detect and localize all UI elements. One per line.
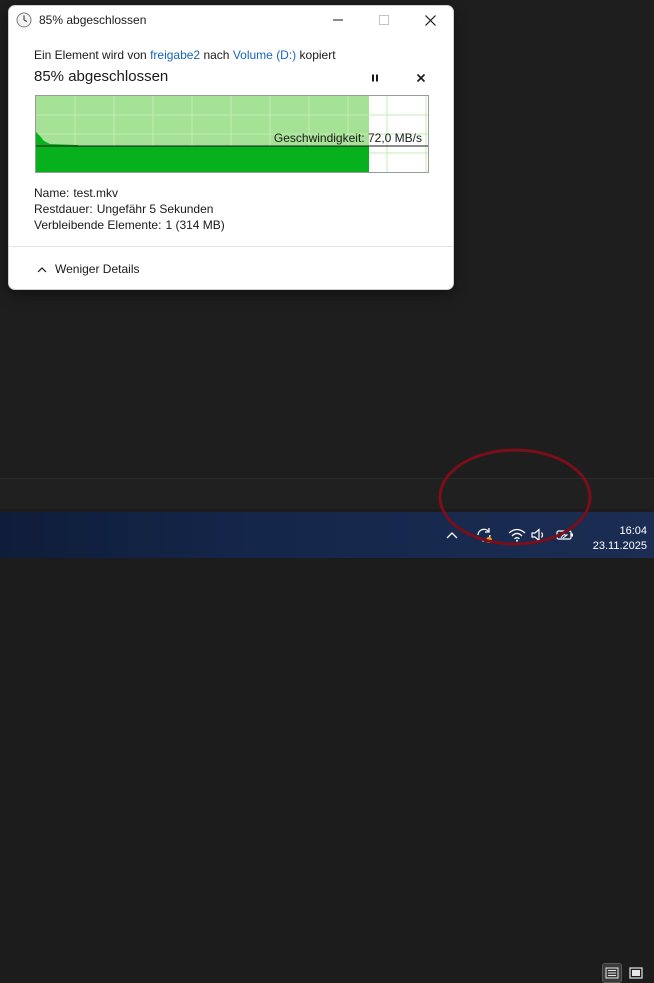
speed-readout: Geschwindigkeit: 72,0 MB/s bbox=[274, 131, 422, 145]
name-label: Name: bbox=[34, 186, 70, 200]
clock-date: 23.11.2025 bbox=[592, 540, 647, 552]
clock-time: 16:04 bbox=[619, 525, 647, 537]
tiles-view-button[interactable] bbox=[626, 963, 646, 983]
taskbar-clock[interactable]: 16:04 23.11.2025 bbox=[593, 524, 647, 554]
sync-icon bbox=[477, 528, 492, 543]
detail-row-name: Name: test.mkv bbox=[34, 185, 225, 201]
speed-label: Geschwindigkeit: bbox=[273, 131, 365, 145]
details-section: Name: test.mkv Restdauer: Ungefähr 5 Sekun… bbox=[34, 185, 225, 233]
volume-button[interactable] bbox=[530, 512, 548, 558]
dialog-titlebar[interactable]: 85% abgeschlossen bbox=[9, 6, 453, 34]
cancel-icon bbox=[416, 73, 426, 83]
maximize-icon bbox=[379, 15, 389, 25]
less-details-button[interactable]: Weniger Details bbox=[37, 262, 139, 276]
copy-prefix: Ein Element wird von bbox=[34, 48, 147, 62]
chevron-up-icon bbox=[37, 266, 47, 272]
detail-row-items: Verbleibende Elemente: 1 (314 MB) bbox=[34, 217, 225, 233]
destination-link[interactable]: Volume (D:) bbox=[233, 48, 296, 62]
maximize-button[interactable] bbox=[361, 6, 407, 34]
speed-value: 72,0 MB/s bbox=[367, 131, 422, 145]
dialog-title: 85% abgeschlossen bbox=[39, 13, 147, 27]
preview-view-icon bbox=[629, 967, 643, 979]
pause-icon bbox=[372, 74, 378, 82]
speaker-icon bbox=[531, 528, 544, 542]
copy-middle: nach bbox=[203, 48, 230, 62]
detail-row-remaining: Restdauer: Ungefähr 5 Sekunden bbox=[34, 201, 225, 217]
name-value: test.mkv bbox=[73, 186, 119, 200]
background-status-strip bbox=[0, 478, 654, 983]
pause-button[interactable] bbox=[366, 69, 384, 87]
close-icon bbox=[424, 14, 436, 26]
copy-suffix: kopiert bbox=[299, 48, 336, 62]
show-hidden-icons-button[interactable] bbox=[442, 512, 462, 558]
details-view-icon bbox=[605, 967, 619, 979]
details-divider bbox=[9, 246, 453, 247]
view-toggle-group bbox=[602, 963, 646, 983]
chevron-up-icon bbox=[446, 532, 458, 539]
speed-graph: Geschwindigkeit: 72,0 MB/s bbox=[35, 95, 429, 173]
close-button[interactable] bbox=[407, 6, 453, 34]
speed-area bbox=[36, 146, 369, 172]
sync-status-button[interactable] bbox=[473, 512, 495, 558]
taskbar: 16:04 23.11.2025 bbox=[0, 512, 654, 558]
copy-description: Ein Element wird von freigabe2 nach Volu… bbox=[34, 48, 336, 62]
items-value: 1 (314 MB) bbox=[165, 218, 225, 232]
battery-button[interactable] bbox=[555, 512, 575, 558]
cancel-copy-button[interactable] bbox=[412, 69, 430, 87]
remaining-label: Restdauer: bbox=[34, 202, 93, 216]
less-details-label: Weniger Details bbox=[55, 262, 140, 276]
items-label: Verbleibende Elemente: bbox=[34, 218, 162, 232]
source-link[interactable]: freigabe2 bbox=[150, 48, 200, 62]
battery-icon bbox=[556, 530, 573, 540]
clock-icon bbox=[16, 12, 32, 28]
minimize-button[interactable] bbox=[315, 6, 361, 34]
copy-progress-dialog: 85% abgeschlossen Ein Element wird von f… bbox=[8, 5, 454, 290]
wifi-icon bbox=[508, 528, 526, 542]
details-view-button[interactable] bbox=[602, 963, 622, 983]
remaining-value: Ungefähr 5 Sekunden bbox=[96, 202, 214, 216]
network-button[interactable] bbox=[507, 512, 527, 558]
minimize-icon bbox=[333, 19, 343, 21]
progress-heading: 85% abgeschlossen bbox=[34, 68, 169, 85]
